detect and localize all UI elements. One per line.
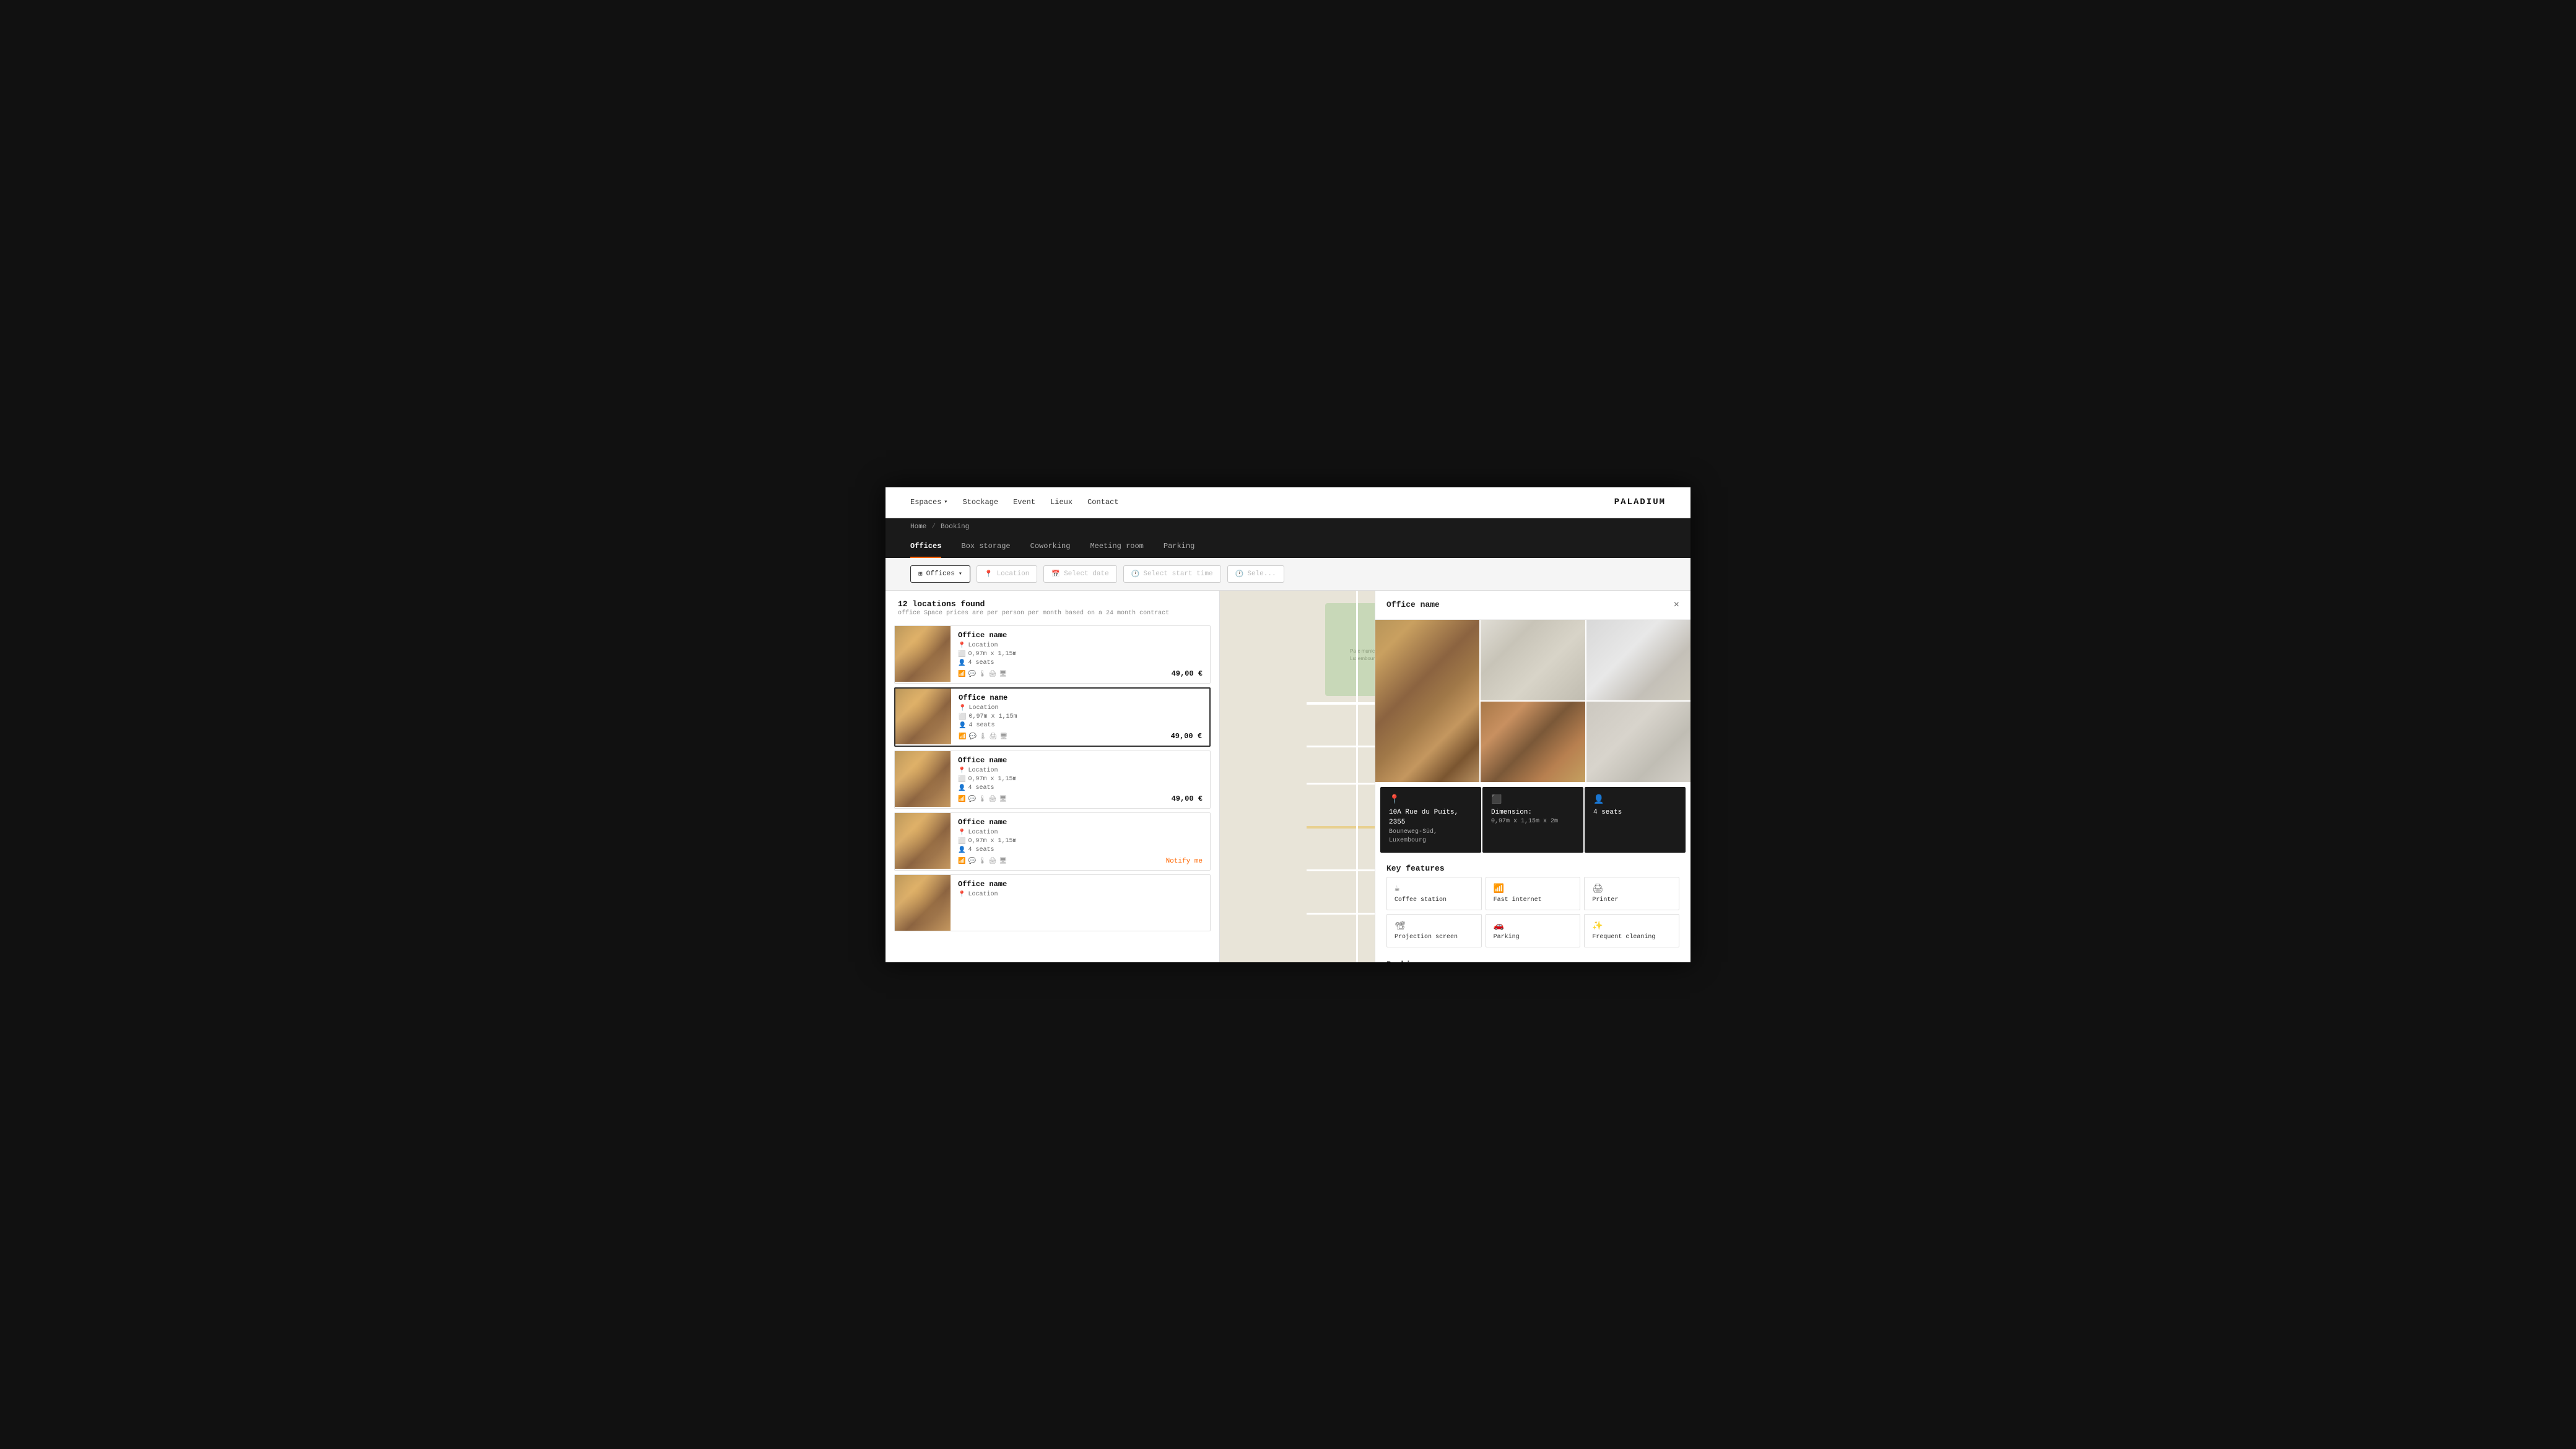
listing-body: Office name 📍Location ⬜0,97m x 1,15m 👤4 … xyxy=(951,813,1159,870)
filter-offices[interactable]: ⊞ Offices ▾ xyxy=(910,565,970,583)
nav-espaces[interactable]: Espaces ▾ xyxy=(910,498,947,507)
tab-box-storage[interactable]: Box storage xyxy=(961,536,1010,558)
results-header: 12 locations found office Space prices a… xyxy=(886,591,1219,622)
booking-title: Booking xyxy=(1386,960,1679,962)
feature-cleaning: ✨ Frequent cleaning xyxy=(1584,914,1679,947)
photo-br-top xyxy=(1586,620,1690,700)
features-grid: ☕ Coffee station 📶 Fast internet 🖨 Print… xyxy=(1375,877,1690,954)
svg-text:Luxembourg: Luxembourg xyxy=(1350,656,1377,661)
listing-body: Office name 📍Location ⬜0,97m x 1,15m 👤4 … xyxy=(951,626,1164,683)
listing-body: Office name 📍Location ⬜0,97m x 1,15m 👤4 … xyxy=(951,751,1164,808)
nav-contact[interactable]: Contact xyxy=(1087,498,1118,507)
listing-card[interactable]: Office name 📍Location xyxy=(894,874,1211,931)
listing-body: Office name 📍Location xyxy=(951,875,1210,931)
results-note: office Space prices are per person per m… xyxy=(898,610,1207,617)
tab-parking[interactable]: Parking xyxy=(1164,536,1194,558)
tab-coworking[interactable]: Coworking xyxy=(1030,536,1071,558)
feature-coffee: ☕ Coffee station xyxy=(1386,877,1482,910)
filter-end-time[interactable]: 🕐 Sele... xyxy=(1227,565,1284,583)
close-button[interactable]: × xyxy=(1674,599,1679,611)
photo-br-bottom xyxy=(1586,702,1690,782)
tabs-bar: Offices Box storage Coworking Meeting ro… xyxy=(886,536,1690,558)
projection-icon: 📽 xyxy=(1395,921,1474,931)
printer-icon: 🖨 xyxy=(1592,884,1671,894)
photo-tr xyxy=(1481,620,1585,700)
listing-body: Office name 📍Location ⬜0,97m x 1,15m 👤4 … xyxy=(951,689,1164,746)
listing-name: Office name xyxy=(958,756,1157,765)
info-strips: 📍 10A Rue du Puits, 2355 Bouneweg-Süd, L… xyxy=(1380,787,1686,853)
feature-projection: 📽 Projection screen xyxy=(1386,914,1482,947)
nav-lieux[interactable]: Lieux xyxy=(1050,498,1073,507)
main-content: 12 locations found office Space prices a… xyxy=(886,591,1690,962)
listing-name: Office name xyxy=(958,880,1203,889)
listing-name: Office name xyxy=(958,818,1151,827)
filter-date[interactable]: 📅 Select date xyxy=(1043,565,1116,583)
location-icon: 📍 xyxy=(1389,794,1473,805)
parking-icon: 🚗 xyxy=(1494,921,1573,931)
detail-title: Office name xyxy=(1386,600,1440,609)
grid-icon: ⊞ xyxy=(918,570,923,578)
listing-price: 49,00 € xyxy=(1164,790,1210,808)
seats-icon: 👤 xyxy=(1593,794,1677,805)
listing-image xyxy=(895,813,951,869)
listing-card[interactable]: Office name 📍Location ⬜0,97m x 1,15m 👤4 … xyxy=(894,751,1211,809)
filter-start-time[interactable]: 🕐 Select start time xyxy=(1123,565,1221,583)
listing-image xyxy=(895,751,951,807)
listing-image xyxy=(895,875,951,931)
booking-section: Booking Subscription start date 📅 Jan 6,… xyxy=(1375,954,1690,962)
detail-header: Office name × xyxy=(1375,591,1690,620)
listing-notify[interactable]: Notify me xyxy=(1159,853,1210,870)
clock-end-icon: 🕐 xyxy=(1235,570,1244,578)
dimension-icon: ⬛ xyxy=(1491,794,1575,805)
nav-event[interactable]: Event xyxy=(1013,498,1035,507)
photo-gallery xyxy=(1375,620,1690,782)
info-seats: 👤 4 seats xyxy=(1585,787,1686,853)
feature-printer: 🖨 Printer xyxy=(1584,877,1679,910)
navigation: Espaces ▾ Stockage Event Lieux Contact P… xyxy=(886,487,1690,518)
tab-meeting-room[interactable]: Meeting room xyxy=(1090,536,1143,558)
breadcrumb: Home / Booking xyxy=(886,518,1690,536)
detail-panel: Office name × xyxy=(1375,591,1690,962)
listing-panel: 12 locations found office Space prices a… xyxy=(886,591,1220,962)
wifi-icon: 📶 xyxy=(1494,884,1573,894)
coffee-icon: ☕ xyxy=(1395,884,1474,894)
nav-left: Espaces ▾ Stockage Event Lieux Contact xyxy=(910,498,1119,507)
listing-card[interactable]: Office name 📍Location ⬜0,97m x 1,15m 👤4 … xyxy=(894,687,1211,747)
feature-wifi: 📶 Fast internet xyxy=(1486,877,1581,910)
breadcrumb-current: Booking xyxy=(941,523,969,531)
chevron-down-icon: ▾ xyxy=(944,498,947,506)
clock-icon: 🕐 xyxy=(1131,570,1140,578)
listing-price: 49,00 € xyxy=(1164,727,1209,746)
breadcrumb-separator: / xyxy=(931,523,936,531)
tab-offices[interactable]: Offices xyxy=(910,536,941,558)
key-features-title: Key features xyxy=(1375,858,1690,877)
listing-image xyxy=(895,689,951,744)
brand-logo: PALADIUM xyxy=(1614,497,1666,507)
listing-card[interactable]: Office name 📍Location ⬜0,97m x 1,15m 👤4 … xyxy=(894,625,1211,684)
listing-card[interactable]: Office name 📍Location ⬜0,97m x 1,15m 👤4 … xyxy=(894,812,1211,871)
cleaning-icon: ✨ xyxy=(1592,921,1671,931)
info-address: 📍 10A Rue du Puits, 2355 Bouneweg-Süd, L… xyxy=(1380,787,1481,853)
filter-chevron-icon: ▾ xyxy=(959,570,962,578)
results-count: 12 locations found xyxy=(898,599,1207,609)
feature-parking: 🚗 Parking xyxy=(1486,914,1581,947)
breadcrumb-home[interactable]: Home xyxy=(910,523,926,531)
listing-image xyxy=(895,626,951,682)
filter-location[interactable]: 📍 Location xyxy=(977,565,1038,583)
info-dimension: ⬛ Dimension: 0,97m x 1,15m x 2m xyxy=(1482,787,1583,853)
photo-main xyxy=(1375,620,1479,782)
calendar-icon: 📅 xyxy=(1051,570,1060,578)
listing-price: 49,00 € xyxy=(1164,664,1210,683)
nav-stockage[interactable]: Stockage xyxy=(962,498,998,507)
listing-name: Office name xyxy=(959,694,1156,702)
photo-ml xyxy=(1481,702,1585,782)
filter-bar: ⊞ Offices ▾ 📍 Location 📅 Select date 🕐 S… xyxy=(886,558,1690,591)
listing-name: Office name xyxy=(958,631,1157,640)
pin-icon: 📍 xyxy=(985,570,993,578)
